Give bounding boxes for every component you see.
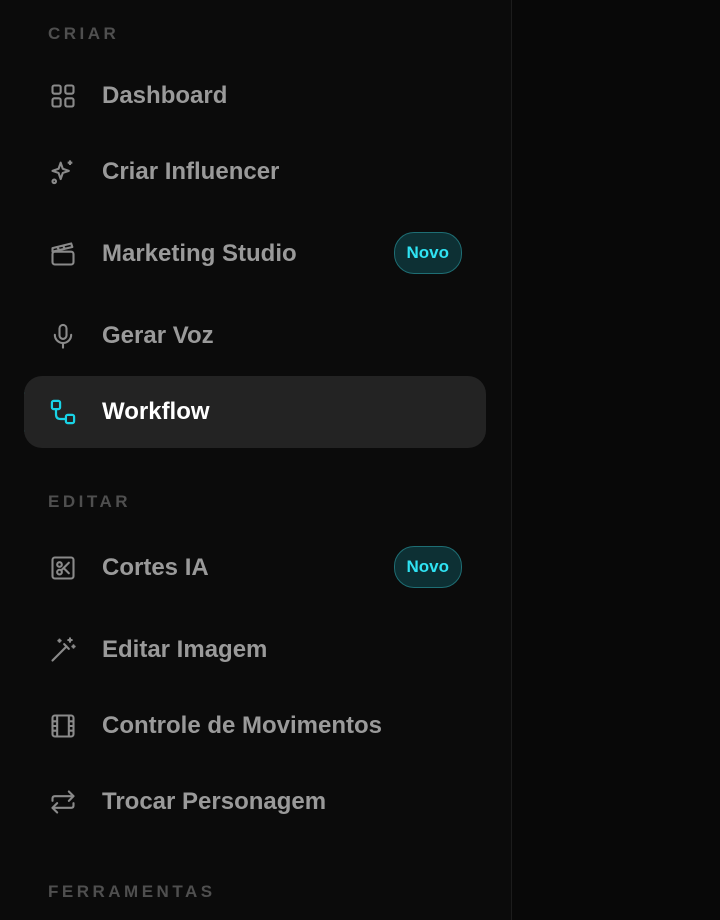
section-title-editar: EDITAR: [48, 492, 132, 511]
sidebar-item-label: Marketing Studio: [102, 240, 297, 267]
new-badge: Novo: [393, 232, 462, 274]
sidebar-item-workflow[interactable]: Workflow: [24, 376, 486, 448]
sidebar-item-label: Workflow: [102, 398, 210, 425]
sidebar-item-label: Criar Influencer: [102, 158, 280, 185]
sidebar-item-criar-influencer[interactable]: Criar Influencer: [24, 136, 486, 208]
new-badge: Novo: [393, 546, 462, 588]
sidebar-item-label: Gerar Voz: [102, 322, 214, 349]
main-content-area: [512, 0, 720, 920]
sidebar-item-gerar-voz[interactable]: Gerar Voz: [24, 300, 486, 372]
magic-wand-icon: [49, 636, 77, 664]
sidebar: CRIAR Dashboard Criar Influencer Marketi…: [0, 0, 512, 920]
sidebar-item-dashboard[interactable]: Dashboard: [24, 60, 486, 132]
microphone-icon: [49, 322, 77, 350]
film-icon: [49, 712, 77, 740]
section-title-criar: CRIAR: [48, 24, 120, 43]
workflow-icon: [49, 398, 77, 426]
clapperboard-icon: [49, 240, 77, 268]
sidebar-item-editar-imagem[interactable]: Editar Imagem: [24, 614, 486, 686]
sidebar-item-trocar-personagem[interactable]: Trocar Personagem: [24, 766, 486, 838]
sidebar-item-cortes-ia[interactable]: Cortes IA Novo: [24, 532, 486, 604]
sidebar-item-controle-movimentos[interactable]: Controle de Movimentos: [24, 690, 486, 762]
swap-arrows-icon: [49, 788, 77, 816]
scissors-square-icon: [49, 554, 77, 582]
sidebar-item-label: Cortes IA: [102, 554, 209, 581]
sidebar-item-label: Trocar Personagem: [102, 788, 327, 815]
sidebar-item-label: Controle de Movimentos: [102, 712, 383, 739]
sidebar-item-marketing-studio[interactable]: Marketing Studio Novo: [24, 218, 486, 290]
section-title-ferramentas: FERRAMENTAS: [48, 882, 216, 901]
sparkles-icon: [49, 158, 77, 186]
sidebar-item-label: Editar Imagem: [102, 636, 268, 663]
sidebar-item-label: Dashboard: [102, 82, 228, 109]
grid-icon: [49, 82, 77, 110]
